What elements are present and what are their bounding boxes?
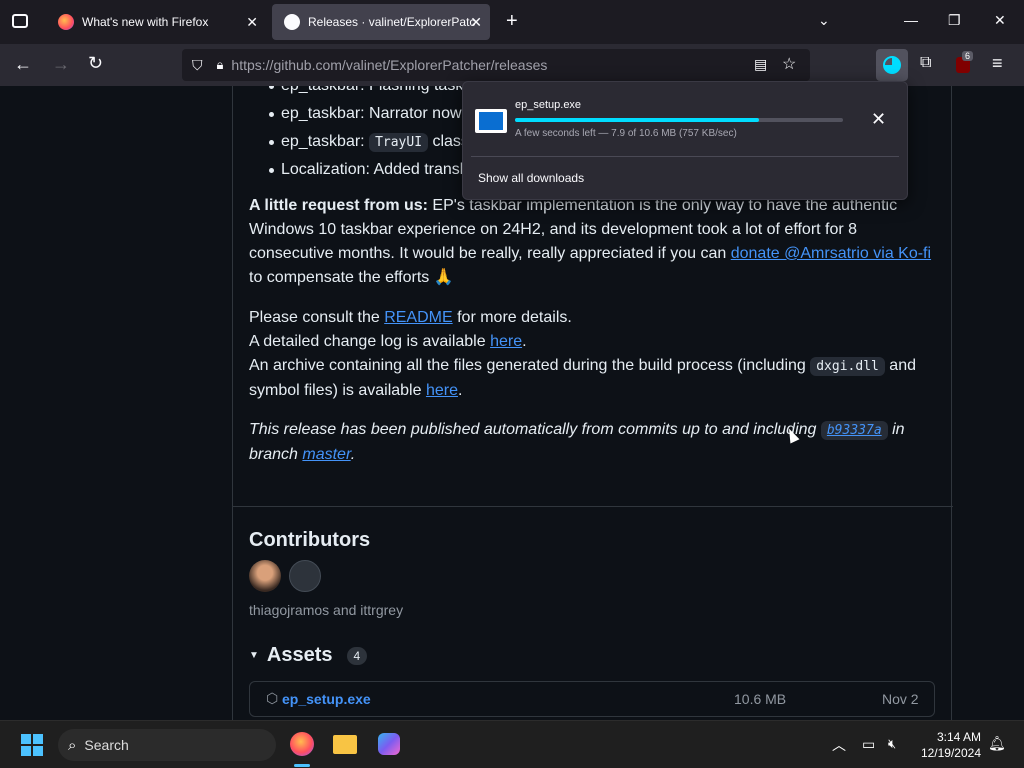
url-rest: valinet/ExplorerPatcher/releases xyxy=(345,57,548,73)
donate-link[interactable]: donate @Amrsatrio via Ko-fi xyxy=(731,245,931,262)
divider xyxy=(233,506,953,507)
list-item: Localization: Added transl xyxy=(249,156,472,184)
close-window-button[interactable]: ✕ xyxy=(994,12,1006,29)
assets-toggle[interactable]: ▼ Assets 4 xyxy=(249,644,368,667)
shield-icon[interactable]: ⛉ xyxy=(192,57,203,74)
panel-divider xyxy=(471,156,899,157)
url-bar[interactable]: ⛉ 🔒︎ https://github.com/valinet/Explorer… xyxy=(182,49,810,81)
cancel-download-icon[interactable]: ✕ xyxy=(871,109,886,130)
tab-list-icon[interactable] xyxy=(12,14,28,28)
reload-button[interactable]: ↻ xyxy=(88,53,103,74)
package-icon: ⬡ xyxy=(266,690,279,706)
contributors-names: thiagojramos and ittrgrey xyxy=(249,602,404,618)
tab-releases[interactable]: Releases · valinet/ExplorerPatch ✕ xyxy=(272,4,490,40)
tab-title: Releases · valinet/ExplorerPatch xyxy=(308,15,476,29)
asset-row: ⬡ ep_setup.exe 10.6 MB Nov 2 xyxy=(249,681,935,717)
download-progress-fill xyxy=(515,118,760,122)
download-progress-icon xyxy=(883,56,901,74)
assets-title: Assets xyxy=(266,644,333,666)
inline-code: TrayUI xyxy=(369,133,429,152)
list-item: ep_taskbar: TrayUI class xyxy=(249,128,472,156)
firefox-taskbar-icon[interactable] xyxy=(290,732,314,756)
download-progress-bar xyxy=(515,118,843,122)
assets-count: 4 xyxy=(346,646,368,665)
triangle-down-icon: ▼ xyxy=(249,650,259,661)
asset-size: 10.6 MB xyxy=(734,691,787,707)
show-all-downloads-button[interactable]: Show all downloads xyxy=(478,171,584,185)
tab-strip: What's new with Firefox ✕ Releases · val… xyxy=(0,0,1024,44)
request-bold: A little request from us: xyxy=(249,197,428,214)
search-label: Search xyxy=(84,737,129,753)
download-status: A few seconds left — 7.9 of 10.6 MB (757… xyxy=(515,128,737,139)
commit-link[interactable]: b93337a xyxy=(820,421,888,440)
contributors-title: Contributors xyxy=(249,529,371,551)
firefox-icon xyxy=(58,14,74,30)
back-button[interactable]: ← xyxy=(14,54,32,75)
change-list: ep_taskbar: Flashing taskb ep_taskbar: N… xyxy=(249,86,472,184)
active-app-indicator xyxy=(294,764,310,767)
chevron-down-icon[interactable]: ⌄ xyxy=(818,12,830,29)
volume-icon[interactable]: 🔇︎ xyxy=(888,736,896,752)
lock-icon[interactable]: 🔒︎ xyxy=(217,57,224,73)
avatar[interactable] xyxy=(249,560,281,592)
taskbar-search[interactable]: ⌕ Search xyxy=(58,729,276,761)
downloads-button[interactable] xyxy=(876,49,908,81)
url-text[interactable]: https://github.com/valinet/ExplorerPatch… xyxy=(231,57,547,73)
github-icon xyxy=(284,14,300,30)
installer-file-icon xyxy=(475,109,507,133)
download-item[interactable]: ep_setup.exe A few seconds left — 7.9 of… xyxy=(463,82,907,154)
inline-code: dxgi.dll xyxy=(810,357,885,376)
close-icon[interactable]: ✕ xyxy=(246,14,258,31)
windows-start-icon[interactable] xyxy=(21,734,43,756)
file-explorer-icon[interactable] xyxy=(333,735,357,754)
tab-title: What's new with Firefox xyxy=(82,15,209,29)
list-item: ep_taskbar: Flashing taskb xyxy=(249,86,472,100)
reader-view-icon[interactable]: ▤ xyxy=(754,56,767,73)
chevron-up-icon[interactable]: ︿ xyxy=(832,735,846,755)
close-icon[interactable]: ✕ xyxy=(470,14,482,31)
network-icon[interactable]: ▭ xyxy=(862,736,875,753)
readme-link[interactable]: README xyxy=(384,309,452,326)
branch-link[interactable]: master xyxy=(302,446,350,463)
minimize-button[interactable]: — xyxy=(904,12,918,28)
search-icon: ⌕ xyxy=(68,736,77,754)
new-tab-button[interactable]: + xyxy=(506,10,518,33)
changelog-link[interactable]: here xyxy=(490,333,522,350)
extension-badge: 6 xyxy=(962,51,974,61)
menu-icon[interactable]: ≡ xyxy=(992,53,1003,74)
asset-date: Nov 2 xyxy=(882,691,919,707)
request-paragraph: A little request from us: EP's taskbar i… xyxy=(249,197,932,286)
downloads-panel: ep_setup.exe A few seconds left — 7.9 of… xyxy=(462,81,908,200)
clock[interactable]: 3:14 AM 12/19/2024 xyxy=(915,729,981,761)
download-filename: ep_setup.exe xyxy=(515,99,582,111)
forward-button[interactable]: → xyxy=(52,54,70,75)
asset-link[interactable]: ep_setup.exe xyxy=(282,691,371,707)
bookmark-star-icon[interactable]: ☆ xyxy=(782,54,796,74)
tab-whats-new[interactable]: What's new with Firefox ✕ xyxy=(46,4,266,40)
clock-date: 12/19/2024 xyxy=(920,746,981,760)
maximize-button[interactable]: ❐ xyxy=(948,12,961,29)
published-paragraph: This release has been published automati… xyxy=(249,421,905,463)
archive-link[interactable]: here xyxy=(426,382,458,399)
url-prefix: https://github.com/ xyxy=(231,57,346,73)
clock-time: 3:14 AM xyxy=(936,730,981,744)
copilot-icon[interactable] xyxy=(378,733,400,755)
info-paragraph: Please consult the README for more detai… xyxy=(249,309,916,399)
nav-toolbar: ← → ↻ ⛉ 🔒︎ https://github.com/valinet/Ex… xyxy=(0,44,1024,86)
extensions-icon[interactable]: ⧉ xyxy=(920,54,931,72)
avatar[interactable] xyxy=(289,560,321,592)
list-item: ep_taskbar: Narrator now xyxy=(249,100,472,128)
windows-taskbar: ⌕ Search ︿ ▭ 🔇︎ 3:14 AM 12/19/2024 🔔︎ xyxy=(0,720,1024,768)
notification-bell-icon[interactable]: 🔔︎ xyxy=(988,735,1006,752)
